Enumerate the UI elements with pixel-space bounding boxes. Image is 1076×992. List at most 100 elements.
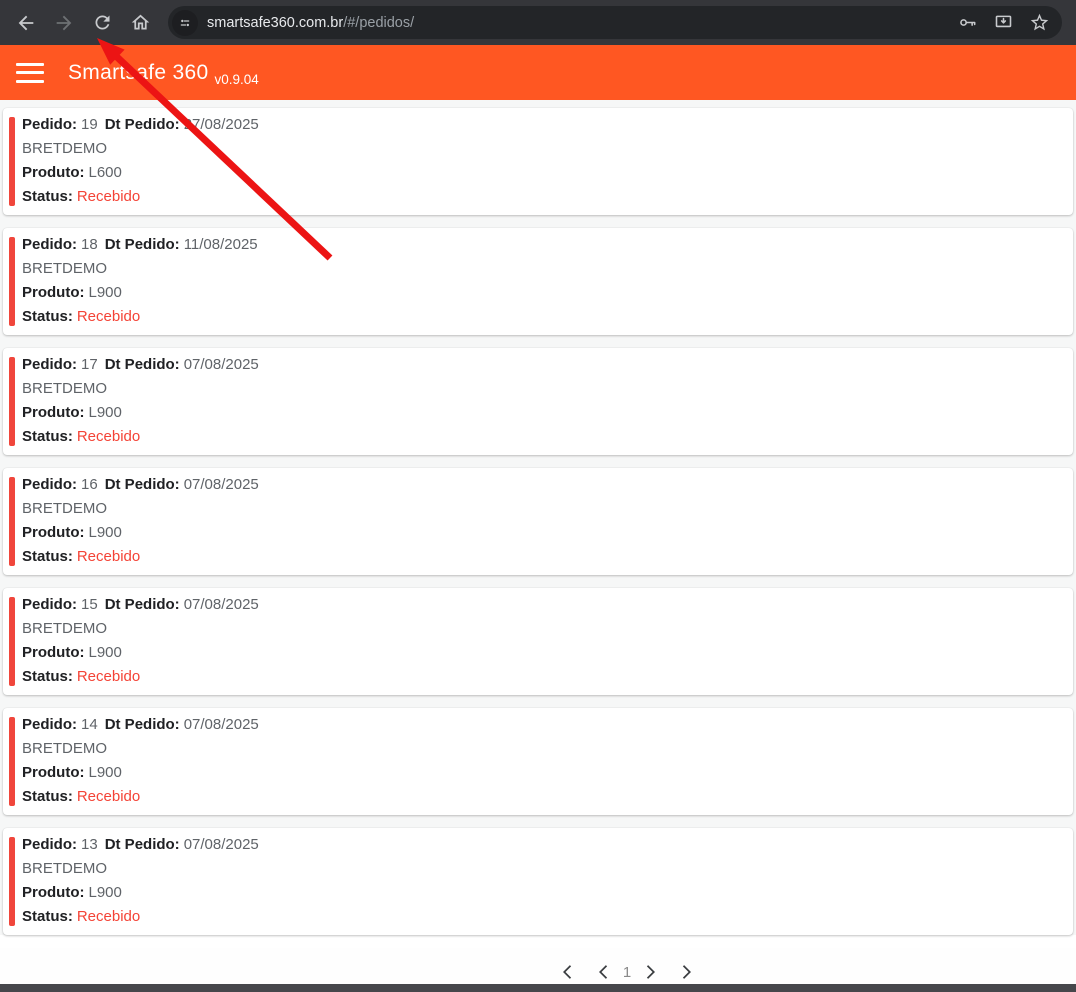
order-card[interactable]: Pedido: 18 Dt Pedido: 11/08/2025 BRETDEMO P…: [3, 228, 1073, 335]
order-id-value: 19: [81, 116, 98, 133]
order-status-value: Recebido: [76, 668, 141, 685]
order-line-status: Status: Recebido: [22, 305, 1057, 329]
order-date-value: 07/08/2025: [183, 716, 259, 733]
install-app-button[interactable]: [990, 10, 1016, 36]
order-line-product: Produto: L900: [22, 881, 1057, 905]
url-path: /#/pedidos/: [343, 14, 415, 31]
url-text[interactable]: smartsafe360.com.br/#/pedidos/: [207, 15, 954, 31]
order-id-value: 16: [81, 476, 98, 493]
order-line-id-date: Pedido: 17 Dt Pedido: 07/08/2025: [22, 353, 1057, 377]
reload-button[interactable]: [86, 7, 118, 39]
order-product-value: L900: [88, 404, 122, 421]
order-line-id-date: Pedido: 14 Dt Pedido: 07/08/2025: [22, 713, 1057, 737]
order-customer: BRETDEMO: [22, 500, 108, 517]
order-line-status: Status: Recebido: [22, 545, 1057, 569]
order-accent-bar: [9, 357, 15, 446]
order-line-status: Status: Recebido: [22, 785, 1057, 809]
order-id-value: 17: [81, 356, 98, 373]
order-product-value: L900: [88, 764, 122, 781]
window-bottom-edge: [0, 984, 1076, 992]
order-accent-bar: [9, 477, 15, 566]
order-card[interactable]: Pedido: 19 Dt Pedido: 27/08/2025 BRETDEMO P…: [3, 108, 1073, 215]
order-product-label: Produto:: [22, 764, 85, 781]
password-manager-button[interactable]: [954, 10, 980, 36]
order-id-value: 14: [81, 716, 98, 733]
order-product-label: Produto:: [22, 164, 85, 181]
order-product-value: L900: [88, 524, 122, 541]
order-card[interactable]: Pedido: 14 Dt Pedido: 07/08/2025 BRETDEMO P…: [3, 708, 1073, 815]
order-id-label: Pedido:: [22, 716, 77, 733]
order-card[interactable]: Pedido: 13 Dt Pedido: 07/08/2025 BRETDEMO P…: [3, 828, 1073, 935]
order-date-value: 11/08/2025: [183, 236, 258, 253]
order-id-value: 18: [81, 236, 98, 253]
order-date-value: 07/08/2025: [183, 356, 259, 373]
order-line-product: Produto: L900: [22, 641, 1057, 665]
order-status-label: Status:: [22, 428, 73, 445]
install-icon: [995, 15, 1011, 28]
order-id-label: Pedido:: [22, 836, 77, 853]
order-customer: BRETDEMO: [22, 140, 108, 157]
order-line-id-date: Pedido: 15 Dt Pedido: 07/08/2025: [22, 593, 1057, 617]
site-settings-button[interactable]: [172, 9, 198, 36]
order-status-value: Recebido: [76, 788, 141, 805]
site-settings-icon: [180, 19, 190, 26]
order-list: Pedido: 19 Dt Pedido: 27/08/2025 BRETDEMO P…: [0, 100, 1076, 935]
url-bar[interactable]: smartsafe360.com.br/#/pedidos/: [168, 6, 1062, 39]
order-id-label: Pedido:: [22, 596, 77, 613]
order-customer: BRETDEMO: [22, 620, 108, 637]
order-product-value: L900: [88, 284, 122, 301]
order-line-id-date: Pedido: 19 Dt Pedido: 27/08/2025: [22, 113, 1057, 137]
key-icon: [959, 19, 975, 26]
chevron-left-icon: [598, 965, 607, 979]
order-card[interactable]: Pedido: 16 Dt Pedido: 07/08/2025 BRETDEMO P…: [3, 468, 1073, 575]
order-date-label: Dt Pedido:: [104, 716, 180, 733]
back-button[interactable]: [10, 7, 42, 39]
order-accent-bar: [9, 117, 15, 206]
menu-button[interactable]: [16, 62, 44, 83]
order-date-label: Dt Pedido:: [104, 596, 180, 613]
next-page-button[interactable]: [635, 957, 665, 987]
order-customer: BRETDEMO: [22, 260, 108, 277]
order-status-value: Recebido: [76, 428, 141, 445]
app-header: Smartsafe 360 v0.9.04: [0, 45, 1076, 100]
app-title: Smartsafe 360: [68, 60, 209, 84]
forward-button[interactable]: [48, 7, 80, 39]
order-line-product: Produto: L900: [22, 521, 1057, 545]
order-status-label: Status:: [22, 788, 73, 805]
order-date-value: 07/08/2025: [183, 836, 259, 853]
order-id-value: 15: [81, 596, 98, 613]
order-card[interactable]: Pedido: 17 Dt Pedido: 07/08/2025 BRETDEMO P…: [3, 348, 1073, 455]
order-line-product: Produto: L900: [22, 281, 1057, 305]
first-page-button[interactable]: [553, 957, 583, 987]
order-card[interactable]: Pedido: 15 Dt Pedido: 07/08/2025 BRETDEMO P…: [3, 588, 1073, 695]
order-customer: BRETDEMO: [22, 860, 108, 877]
order-line-product: Produto: L900: [22, 401, 1057, 425]
order-product-label: Produto:: [22, 884, 85, 901]
order-line-id-date: Pedido: 16 Dt Pedido: 07/08/2025: [22, 473, 1057, 497]
last-page-button[interactable]: [671, 957, 701, 987]
order-id-value: 13: [81, 836, 98, 853]
order-status-label: Status:: [22, 908, 73, 925]
order-accent-bar: [9, 717, 15, 806]
order-date-label: Dt Pedido:: [104, 476, 180, 493]
previous-page-button[interactable]: [589, 957, 619, 987]
app-title-wrap: Smartsafe 360 v0.9.04: [68, 60, 259, 87]
order-status-label: Status:: [22, 308, 73, 325]
bookmark-button[interactable]: [1026, 10, 1052, 36]
home-button[interactable]: [124, 7, 156, 39]
order-line-product: Produto: L600: [22, 161, 1057, 185]
order-date-label: Dt Pedido:: [104, 236, 180, 253]
forward-arrow-icon: [56, 15, 72, 30]
order-accent-bar: [9, 597, 15, 686]
order-product-value: L900: [88, 644, 122, 661]
order-id-label: Pedido:: [22, 476, 77, 493]
order-line-product: Produto: L900: [22, 761, 1057, 785]
order-product-label: Produto:: [22, 404, 85, 421]
order-line-status: Status: Recebido: [22, 185, 1057, 209]
order-status-value: Recebido: [76, 308, 141, 325]
star-icon: [1030, 13, 1048, 31]
order-line-id-date: Pedido: 13 Dt Pedido: 07/08/2025: [22, 833, 1057, 857]
app-version: v0.9.04: [214, 71, 259, 87]
order-line-id-date: Pedido: 18 Dt Pedido: 11/08/2025: [22, 233, 1057, 257]
reload-icon: [95, 15, 109, 30]
